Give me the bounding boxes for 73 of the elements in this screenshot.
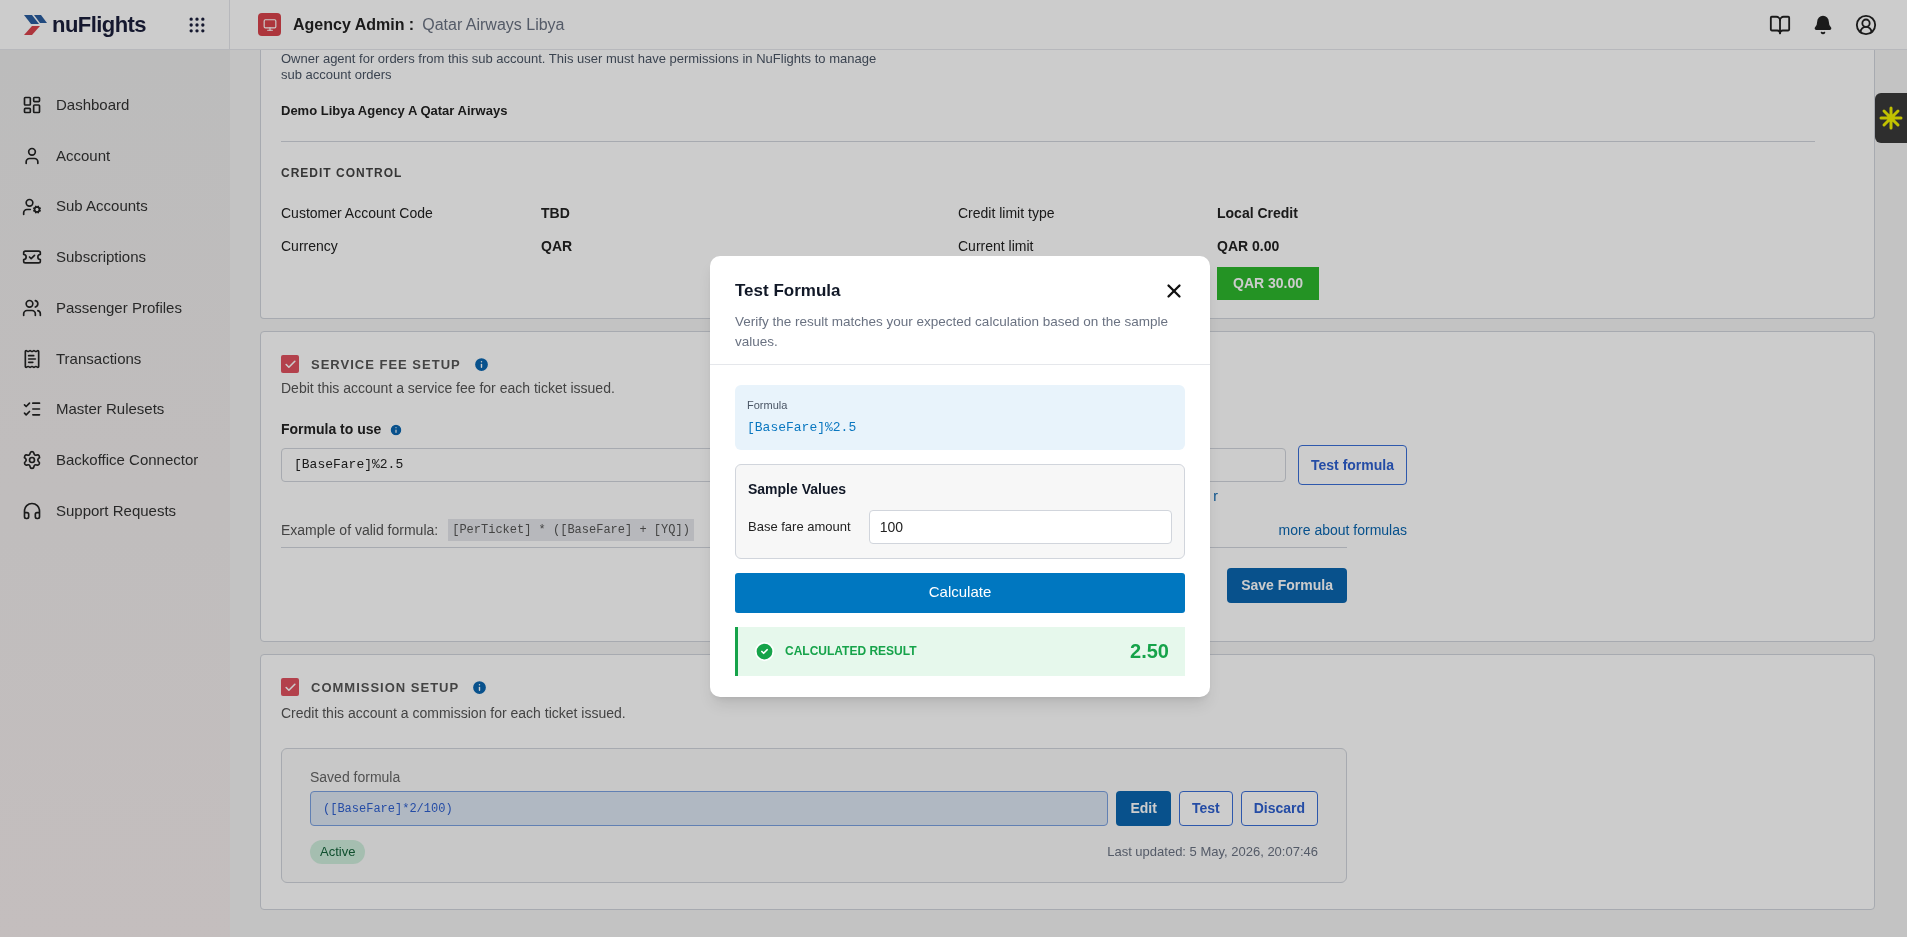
checkbox[interactable] [281,678,299,697]
field-value: Local Credit [1217,203,1298,223]
limit-badge: QAR 30.00 [1217,266,1320,300]
user-gear-icon [22,196,42,217]
section-description: Credit this account a commission for each ticket issued. [281,704,626,723]
last-updated: Last updated: 5 May, 2026, 20:07:46 [1107,843,1318,861]
page-title: Agency Admin : [293,14,415,35]
calculate-button[interactable]: Calculate [735,572,1185,613]
check-icon [283,680,297,694]
sidebar-item[interactable]: Sub Accounts [0,181,230,233]
section-description: Debit this account a service fee for each ticket issued. [281,379,615,398]
manual-icon[interactable] [1769,13,1791,36]
field-label: Current limit [958,236,1034,256]
panel-title: Sample Values [748,479,847,499]
field-label: Credit limit type [958,203,1055,223]
asterisk-icon[interactable] [1879,106,1903,130]
logo-icon [22,13,50,36]
owner-description: Owner agent for orders from this sub account. This user must have permissions in NuFlights to manage sub account orders [281,50,878,83]
field-label: Customer Account Code [281,203,433,223]
field-label: Base fare amount [748,517,851,536]
checkbox[interactable] [281,355,299,374]
person-icon [22,146,42,167]
field-value: QAR [541,236,573,256]
info-icon[interactable] [472,355,490,373]
agency-name: Qatar Airways Libya [422,14,565,35]
section-heading: SERVICE FEE SETUP [311,355,461,374]
sidebar-item[interactable]: Account [0,130,230,182]
example-label: Example of valid formula: [281,520,439,540]
field-label: Currency [281,236,338,256]
app-logo: nuFlights [52,11,147,39]
dialog-subtitle: Verify the result matches your expected calculation based on the sample values. [735,312,1169,351]
dialog-title: Test Formula [735,280,841,302]
headset-icon [22,500,42,521]
people-icon [22,298,42,319]
edit-button[interactable]: Edit [1116,791,1171,826]
gears-icon [22,450,42,471]
field-value: TBD [541,203,570,223]
test-formula-button[interactable]: Test formula [1298,445,1407,485]
sidebar-item[interactable]: Passenger Profiles [0,282,230,334]
section-heading: CREDIT CONTROL [281,164,403,182]
result-value: 2.50 [1130,639,1169,664]
formula-label: Formula [747,397,788,413]
notifications-icon[interactable] [1813,14,1833,35]
owner-agent: Demo Libya Agency A Qatar Airways [281,102,508,120]
section-heading: COMMISSION SETUP [311,678,460,697]
check-icon [754,640,775,662]
agency-icon [258,13,281,36]
example-code: [PerTicket] * ([BaseFare] + [YQ]) [448,519,694,541]
sidebar-item[interactable]: Master Rulesets [0,384,230,435]
receipt-icon [22,348,42,369]
profile-icon[interactable] [1855,13,1877,36]
sidebar-item[interactable]: Transactions [0,333,230,385]
check-icon [283,357,297,371]
formula-text: [BaseFare]%2.5 [747,419,857,437]
sidebar-item[interactable]: Dashboard [0,80,230,131]
test-button[interactable]: Test [1178,791,1233,826]
link[interactable]: r [1213,486,1218,507]
field-label: Saved formula [310,768,401,787]
sidebar-item[interactable]: Backoffice Connector [0,434,230,486]
sidebar-item[interactable]: Subscriptions [0,232,230,283]
sidebar-item[interactable]: Support Requests [0,485,230,537]
base-fare-input[interactable]: 100 [868,509,1172,544]
info-icon[interactable] [471,678,489,696]
dashboard-icon [22,95,42,116]
info-icon[interactable] [389,422,404,437]
formulas-link[interactable]: more about formulas [1278,519,1407,541]
status-badge: Active [310,840,366,864]
save-formula-button[interactable]: Save Formula [1227,568,1347,603]
result-label: CALCULATED RESULT [785,643,917,660]
field-label: Formula to use [281,420,382,439]
discard-button[interactable]: Discard [1240,791,1318,826]
saved-formula-field: ([BaseFare]*2/100) [310,791,1109,826]
field-value: QAR 0.00 [1217,236,1280,256]
